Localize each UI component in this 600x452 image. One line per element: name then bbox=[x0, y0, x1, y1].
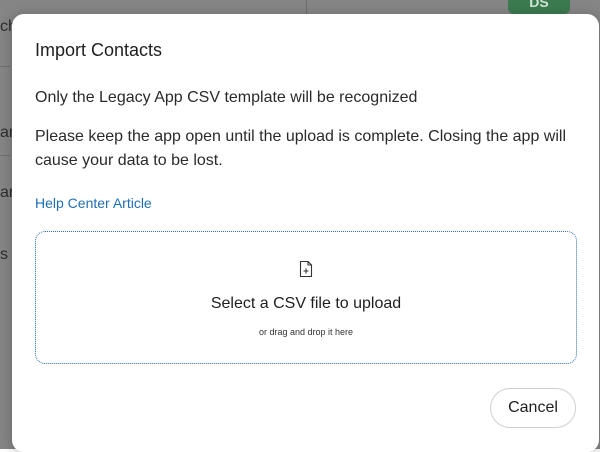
csv-dropzone[interactable]: Select a CSV file to upload or drag and … bbox=[35, 231, 577, 364]
background-text-fragment: s bbox=[0, 246, 8, 263]
background-divider-line bbox=[0, 155, 10, 156]
import-contacts-dialog: Import Contacts Only the Legacy App CSV … bbox=[12, 14, 599, 452]
background-badge: DS bbox=[508, 0, 570, 14]
upload-warning: Please keep the app open until the uploa… bbox=[35, 128, 567, 169]
file-plus-icon bbox=[299, 260, 313, 278]
cancel-button[interactable]: Cancel bbox=[490, 388, 576, 428]
dropzone-sub-text: or drag and drop it here bbox=[258, 327, 354, 337]
help-center-link[interactable]: Help Center Article bbox=[35, 195, 152, 211]
background-divider-line bbox=[0, 66, 10, 67]
template-notice: Only the Legacy App CSV template will be… bbox=[35, 89, 418, 106]
dropzone-main-text: Select a CSV file to upload bbox=[210, 295, 402, 312]
dialog-title: Import Contacts bbox=[35, 40, 163, 60]
